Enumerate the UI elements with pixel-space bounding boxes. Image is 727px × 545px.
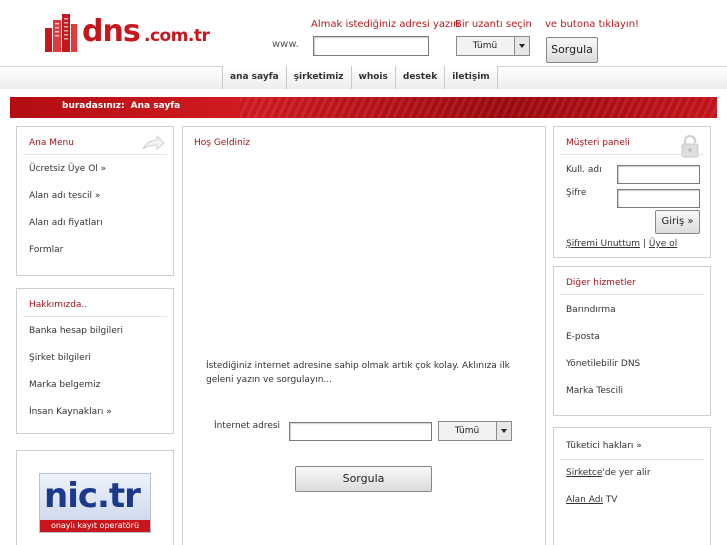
center-search-button[interactable]: Sorgula (295, 466, 432, 492)
menu-item-forms[interactable]: Formlar (29, 245, 63, 255)
site-logo[interactable]: dns .com.tr (44, 12, 214, 56)
nav-item-whois[interactable]: whois (351, 66, 396, 89)
divider (560, 459, 704, 460)
about-item-trademark[interactable]: Marka belgemiz (29, 380, 100, 390)
service-managed-dns[interactable]: Yönetilebilir DNS (566, 359, 640, 369)
password-label: Şifre (566, 188, 587, 198)
welcome-title: Hoş Geldiniz (194, 138, 250, 148)
breadcrumb: buradasınız: Ana sayfa (62, 101, 180, 111)
building-logo-icon (45, 14, 77, 52)
menu-item-domain-prices[interactable]: Alan adı fiyatları (29, 218, 103, 228)
link-separator: | (642, 239, 646, 249)
alanadi-tv-suffix: TV (602, 495, 618, 505)
about-title: Hakkımızda.. (29, 300, 88, 310)
username-label: Kull. adı (566, 165, 602, 175)
other-services-panel: Diğer hizmetler Barındırma E-posta Yönet… (553, 266, 711, 416)
service-hosting[interactable]: Barındırma (566, 305, 616, 315)
www-label: www. (272, 39, 299, 50)
nav-item-contact[interactable]: iletişim (445, 66, 498, 89)
sirketce-suffix: 'de yer alir (602, 468, 651, 478)
sirketce-line: Sirketce'de yer alir (566, 468, 651, 478)
signup-link[interactable]: Üye ol (649, 239, 677, 249)
address-label: İnternet adresi (214, 421, 281, 431)
divider (560, 154, 704, 155)
hint-click-button: ve butona tıklayın! (545, 19, 640, 30)
welcome-intro: İstediğiniz internet adresine sahip olma… (206, 361, 510, 385)
sirketce-link[interactable]: Sirketce (566, 468, 602, 478)
domain-search-input[interactable] (313, 36, 429, 56)
about-panel: Hakkımızda.. Banka hesap bilgileri Şirke… (16, 288, 174, 434)
chevron-down-icon (514, 37, 529, 55)
arrow-right-icon (142, 135, 165, 151)
about-item-bank[interactable]: Banka hesap bilgileri (29, 326, 123, 336)
service-email[interactable]: E-posta (566, 332, 600, 342)
customer-panel-title: Müşteri paneli (566, 138, 630, 148)
login-button[interactable]: Giriş » (655, 210, 700, 234)
main-nav: ana sayfa şirketimiz whois destek iletiş… (222, 66, 498, 89)
nic-tr-wordmark: nic.tr (44, 476, 141, 516)
hint-type-address: Almak istediğiniz adresi yazın (311, 19, 460, 30)
divider (560, 294, 704, 295)
nav-item-support[interactable]: destek (395, 66, 446, 89)
customer-panel: Müşteri paneli Kull. adı Şifre Giriş » Ş… (553, 126, 711, 258)
divider (23, 316, 167, 317)
alanadi-tv-link[interactable]: Alan Adı (566, 495, 603, 505)
extra-panel: Tüketici hakları » Sirketce'de yer alir … (553, 427, 711, 545)
account-links: Şifremi Unuttum | Üye ol (566, 239, 677, 249)
center-tld-select-value: Tümü (454, 426, 480, 436)
alanadi-tv-line: Alan Adı TV (566, 495, 617, 505)
menu-item-free-signup[interactable]: Ücretsiz Üye Ol » (29, 164, 106, 174)
nic-tr-logo[interactable]: nic.tr onaylı kayıt operatörü (39, 473, 151, 533)
main-menu-panel: Ana Menu Ücretsiz Üye Ol » Alan adı tesc… (16, 126, 174, 276)
breadcrumb-band: buradasınız: Ana sayfa (10, 97, 717, 118)
menu-item-domain-register[interactable]: Alan adı tescil » (29, 191, 100, 201)
breadcrumb-label: buradasınız: (62, 101, 125, 111)
service-trademark[interactable]: Marka Tescili (566, 386, 623, 396)
about-item-company-info[interactable]: Şirket bilgileri (29, 353, 91, 363)
nic-tr-subtitle: onaylı kayıt operatörü (40, 520, 150, 532)
tld-select[interactable]: Tümü (456, 36, 530, 56)
nic-panel: nic.tr onaylı kayıt operatörü (16, 450, 174, 545)
address-input[interactable] (289, 422, 432, 441)
nav-item-home[interactable]: ana sayfa (223, 66, 287, 89)
header: dns .com.tr Almak istediğiniz adresi yaz… (0, 0, 727, 66)
about-item-hr[interactable]: İnsan Kaynakları » (29, 407, 112, 417)
tld-select-value: Tümü (472, 41, 498, 51)
logo-suffix: .com.tr (144, 26, 210, 46)
nav-item-company[interactable]: şirketimiz (286, 66, 352, 89)
password-input[interactable] (617, 189, 700, 208)
consumer-rights-link[interactable]: Tüketici hakları » (566, 441, 642, 451)
center-tld-select[interactable]: Tümü (438, 421, 512, 441)
logo-wordmark: dns (82, 14, 141, 49)
username-input[interactable] (617, 165, 700, 184)
divider (23, 154, 167, 155)
other-services-title: Diğer hizmetler (566, 278, 636, 288)
forgot-password-link[interactable]: Şifremi Unuttum (566, 239, 640, 249)
header-search-button[interactable]: Sorgula (546, 37, 598, 63)
hint-choose-extension: Bir uzantı seçin (455, 19, 532, 30)
chevron-down-icon (496, 422, 511, 440)
breadcrumb-current[interactable]: Ana sayfa (131, 101, 181, 111)
main-menu-title: Ana Menu (29, 138, 74, 148)
